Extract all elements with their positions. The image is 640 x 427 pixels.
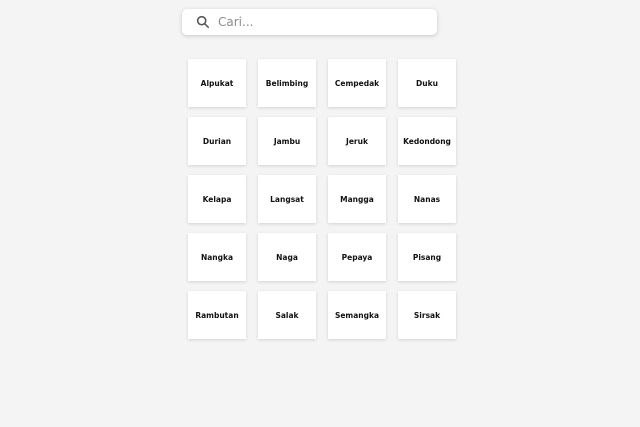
fruit-grid: Alpukat Belimbing Cempedak Duku Durian J… [188, 59, 456, 339]
fruit-label: Jeruk [346, 136, 368, 146]
fruit-tile[interactable]: Rambutan [188, 291, 246, 339]
fruit-label: Belimbing [265, 78, 309, 88]
fruit-label: Kedondong [403, 136, 451, 146]
fruit-label: Nangka [200, 252, 234, 262]
fruit-label: Langsat [270, 194, 304, 204]
fruit-label: Pepaya [341, 252, 373, 262]
page: Alpukat Belimbing Cempedak Duku Durian J… [0, 0, 640, 427]
fruit-label: Nanas [413, 194, 441, 204]
fruit-tile[interactable]: Duku [398, 59, 456, 107]
fruit-tile[interactable]: Jambu [258, 117, 316, 165]
fruit-label: Durian [202, 136, 232, 146]
fruit-label: Sirsak [413, 310, 441, 320]
fruit-tile[interactable]: Durian [188, 117, 246, 165]
fruit-tile[interactable]: Nangka [188, 233, 246, 281]
search-bar[interactable] [182, 9, 437, 35]
fruit-tile[interactable]: Belimbing [258, 59, 316, 107]
fruit-label: Jambu [273, 136, 301, 146]
fruit-tile[interactable]: Jeruk [328, 117, 386, 165]
fruit-tile[interactable]: Nanas [398, 175, 456, 223]
fruit-tile[interactable]: Kedondong [398, 117, 456, 165]
fruit-tile[interactable]: Cempedak [328, 59, 386, 107]
fruit-label: Kelapa [202, 194, 232, 204]
fruit-label: Alpukat [200, 78, 234, 88]
fruit-tile[interactable]: Alpukat [188, 59, 246, 107]
fruit-tile[interactable]: Semangka [328, 291, 386, 339]
fruit-tile[interactable]: Langsat [258, 175, 316, 223]
fruit-label: Duku [416, 78, 438, 88]
fruit-label: Salak [275, 310, 299, 320]
fruit-label: Mangga [340, 194, 374, 204]
fruit-tile[interactable]: Kelapa [188, 175, 246, 223]
fruit-label: Semangka [334, 310, 380, 320]
fruit-tile[interactable]: Naga [258, 233, 316, 281]
fruit-tile[interactable]: Salak [258, 291, 316, 339]
fruit-tile[interactable]: Pepaya [328, 233, 386, 281]
fruit-label: Rambutan [195, 310, 239, 320]
search-icon [196, 15, 210, 29]
search-input[interactable] [218, 12, 428, 32]
fruit-label: Pisang [412, 252, 442, 262]
fruit-tile[interactable]: Pisang [398, 233, 456, 281]
fruit-label: Naga [276, 252, 298, 262]
fruit-tile[interactable]: Mangga [328, 175, 386, 223]
fruit-tile[interactable]: Sirsak [398, 291, 456, 339]
fruit-label: Cempedak [334, 78, 380, 88]
